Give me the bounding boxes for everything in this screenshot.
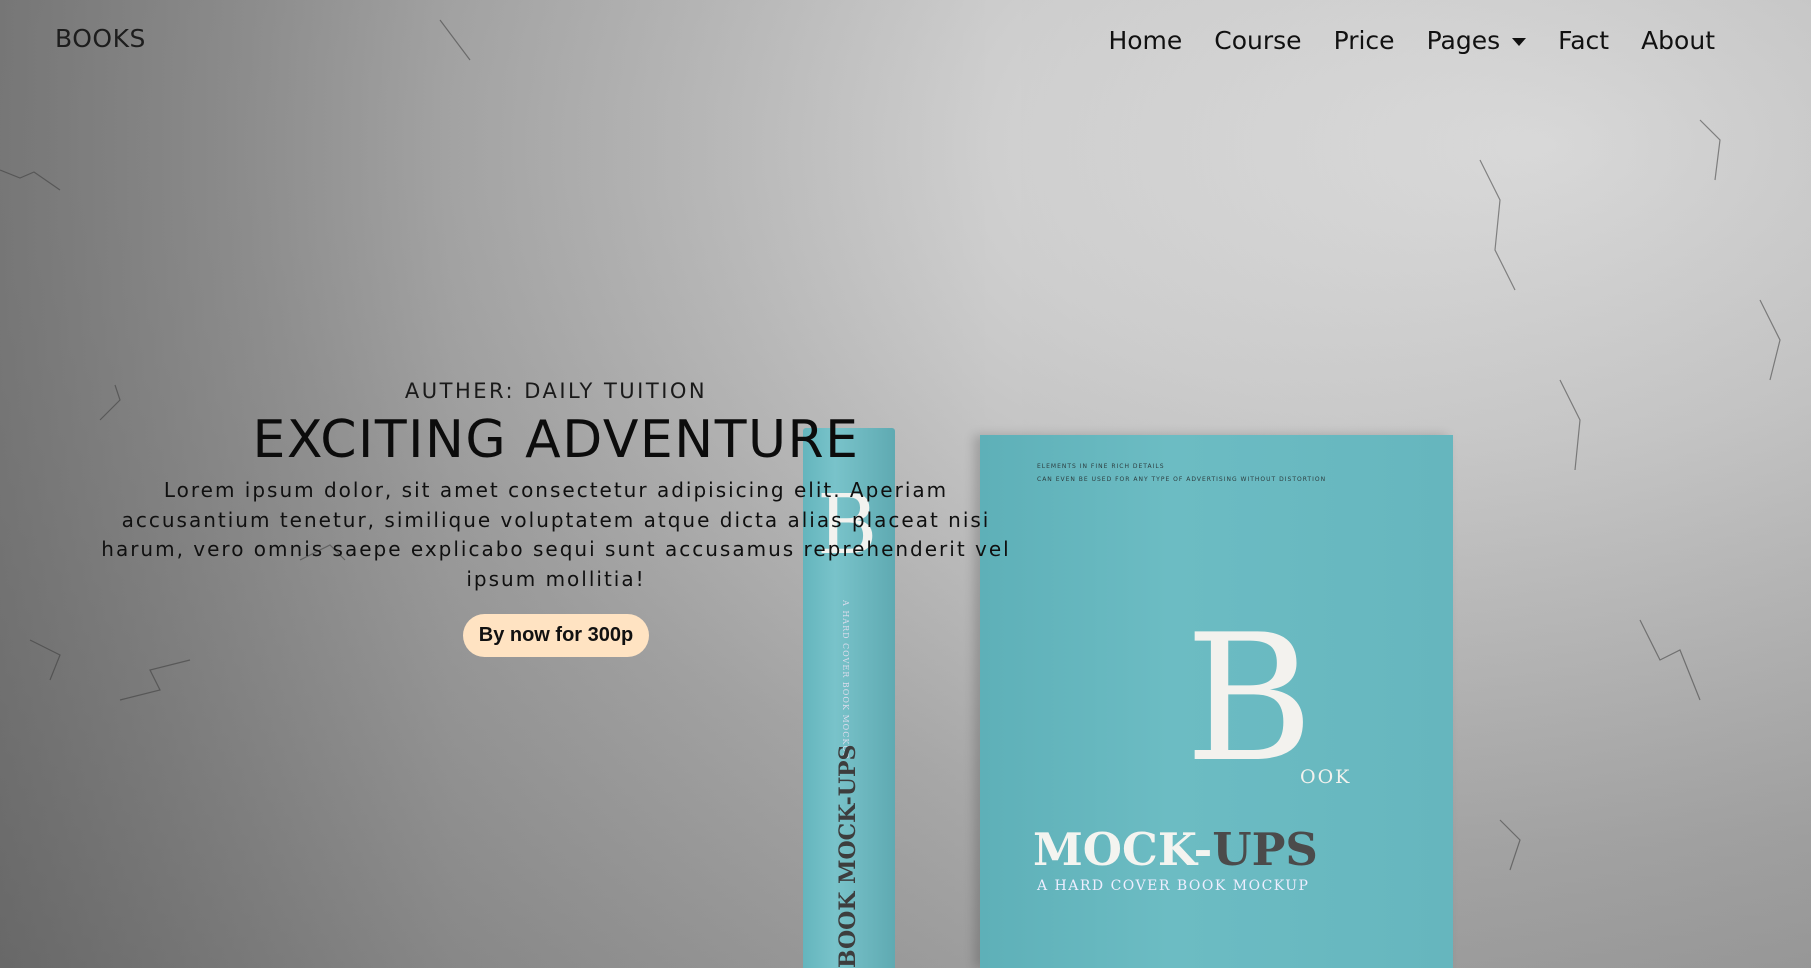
author-line: AUTHER: DAILY TUITION	[404, 379, 708, 403]
nav-item-price[interactable]: Price	[1334, 24, 1395, 58]
cover-fine-text-2: CAN EVEN BE USED FOR ANY TYPE OF ADVERTI…	[1037, 476, 1327, 483]
cover-subtitle: A HARD COVER BOOK MOCKUP	[1037, 878, 1310, 894]
hero-section: AUTHER: DAILY TUITION EXCITING ADVENTURE…	[72, 374, 1040, 657]
nav-item-course[interactable]: Course	[1214, 24, 1301, 58]
nav-item-fact[interactable]: Fact	[1558, 24, 1609, 58]
nav-item-about[interactable]: About	[1641, 24, 1715, 58]
hero-description: Lorem ipsum dolor, sit amet consectetur …	[101, 478, 1011, 591]
nav-item-home[interactable]: Home	[1108, 24, 1182, 58]
caret-down-icon	[1512, 38, 1527, 46]
cover-title-dark: UPS	[1212, 823, 1318, 876]
nav-menu: Home Course Price Pages Fact About	[1076, 24, 1715, 58]
cover-letter-suffix: OOK	[1300, 766, 1352, 788]
spine-title: BOOK MOCK-UPS	[835, 744, 861, 968]
top-navbar: BOOKS Home Course Price Pages Fact About	[0, 0, 1811, 84]
cover-title: MOCK-UPS	[1033, 824, 1318, 876]
cover-fine-text-1: ELEMENTS IN FINE RICH DETAILS	[1037, 463, 1165, 470]
hero-headline: EXCITING ADVENTURE	[252, 410, 860, 470]
nav-item-pages-dropdown[interactable]: Pages	[1427, 24, 1527, 58]
brand-logo[interactable]: BOOKS	[55, 24, 146, 53]
cover-letter: B	[1185, 598, 1314, 801]
nav-item-pages-label: Pages	[1426, 26, 1501, 55]
cover-title-light: MOCK-	[1033, 823, 1213, 876]
buy-now-button[interactable]: By now for 300p	[462, 614, 650, 657]
